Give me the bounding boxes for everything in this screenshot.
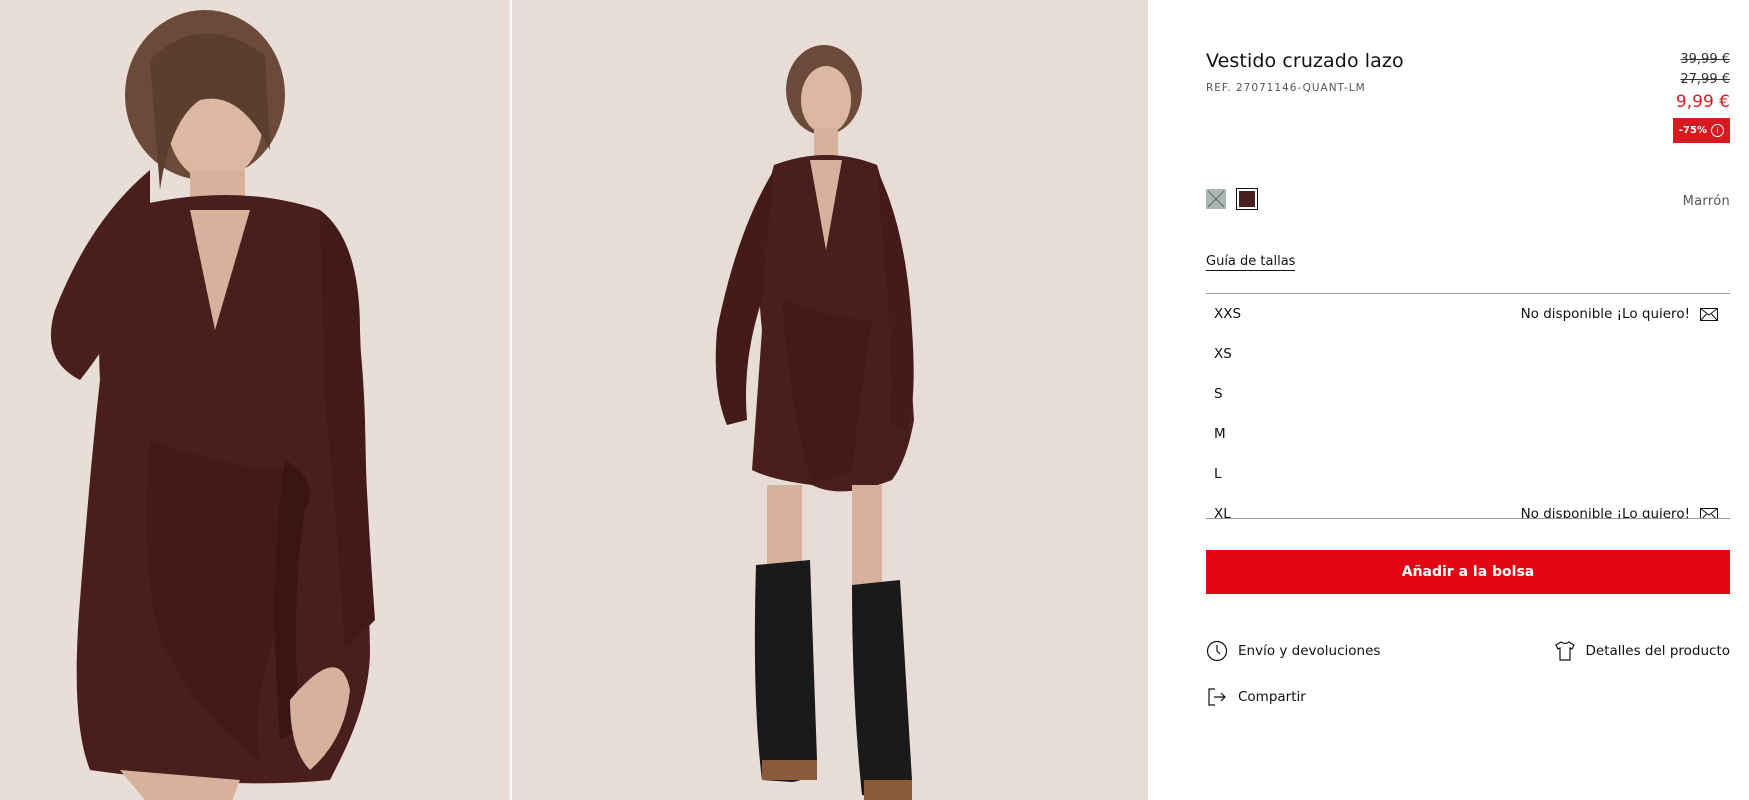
product-title: Vestido cruzado lazo <box>1206 50 1404 72</box>
clock-icon <box>1206 640 1228 662</box>
price-block: 39,99 € 27,99 € 9,99 € -75% i <box>1672 50 1730 143</box>
product-gallery <box>0 0 1148 800</box>
add-to-bag-button[interactable]: Añadir a la bolsa <box>1206 550 1730 594</box>
size-label: L <box>1214 466 1222 482</box>
size-option-xxs[interactable]: XXS No disponible ¡Lo quiero! <box>1206 294 1730 334</box>
size-option-m[interactable]: M <box>1206 414 1730 454</box>
size-option-xs[interactable]: XS <box>1206 334 1730 374</box>
color-swatch-unavailable[interactable] <box>1206 189 1226 209</box>
current-price: 9,99 € <box>1675 92 1730 112</box>
selected-color-name: Marrón <box>1682 194 1730 209</box>
size-option-xl[interactable]: XL No disponible ¡Lo quiero! <box>1206 494 1730 519</box>
size-option-s[interactable]: S <box>1206 374 1730 414</box>
unavailable-text: No disponible ¡Lo quiero! <box>1520 506 1690 519</box>
unavailable-cross-icon <box>1207 190 1225 208</box>
size-unavailable-notice[interactable]: No disponible ¡Lo quiero! <box>1520 506 1718 519</box>
share-link[interactable]: Compartir <box>1206 686 1306 708</box>
size-label: S <box>1214 386 1223 402</box>
color-swatches <box>1206 188 1258 210</box>
share-label: Compartir <box>1238 689 1306 705</box>
product-photo-full[interactable] <box>512 0 1148 800</box>
product-info-panel: Vestido cruzado lazo REF. 27071146-QUANT… <box>1206 0 1730 800</box>
size-label: XS <box>1214 346 1232 362</box>
info-icon[interactable]: i <box>1711 124 1724 137</box>
size-label: XXS <box>1214 306 1242 322</box>
brown-color-fill <box>1239 191 1255 207</box>
mail-icon <box>1700 507 1718 518</box>
share-icon <box>1206 686 1228 708</box>
discount-badge[interactable]: -75% i <box>1672 118 1730 143</box>
product-details-link[interactable]: Detalles del producto <box>1554 640 1731 662</box>
model-closeup-image <box>0 0 510 800</box>
shipping-returns-link[interactable]: Envío y devoluciones <box>1206 640 1380 662</box>
discount-label: -75% <box>1678 125 1707 136</box>
product-reference: REF. 27071146-QUANT-LM <box>1206 82 1366 94</box>
size-guide-link[interactable]: Guía de tallas <box>1206 254 1296 271</box>
mail-icon <box>1700 307 1718 321</box>
color-swatch-brown[interactable] <box>1236 188 1258 210</box>
product-page: Vestido cruzado lazo REF. 27071146-QUANT… <box>0 0 1749 800</box>
original-price: 39,99 € <box>1680 52 1730 67</box>
previous-price: 27,99 € <box>1680 72 1730 87</box>
size-unavailable-notice[interactable]: No disponible ¡Lo quiero! <box>1521 306 1718 322</box>
product-details-label: Detalles del producto <box>1585 643 1731 659</box>
size-list: XXS No disponible ¡Lo quiero! XS S M L X… <box>1206 293 1730 519</box>
unavailable-text: No disponible ¡Lo quiero! <box>1520 306 1690 322</box>
product-photo-closeup[interactable] <box>0 0 510 800</box>
model-full-image <box>512 0 1148 800</box>
shipping-returns-label: Envío y devoluciones <box>1238 643 1381 659</box>
size-label: M <box>1214 426 1226 442</box>
size-option-l[interactable]: L <box>1206 454 1730 494</box>
size-label: XL <box>1214 506 1231 519</box>
tshirt-icon <box>1554 640 1576 662</box>
